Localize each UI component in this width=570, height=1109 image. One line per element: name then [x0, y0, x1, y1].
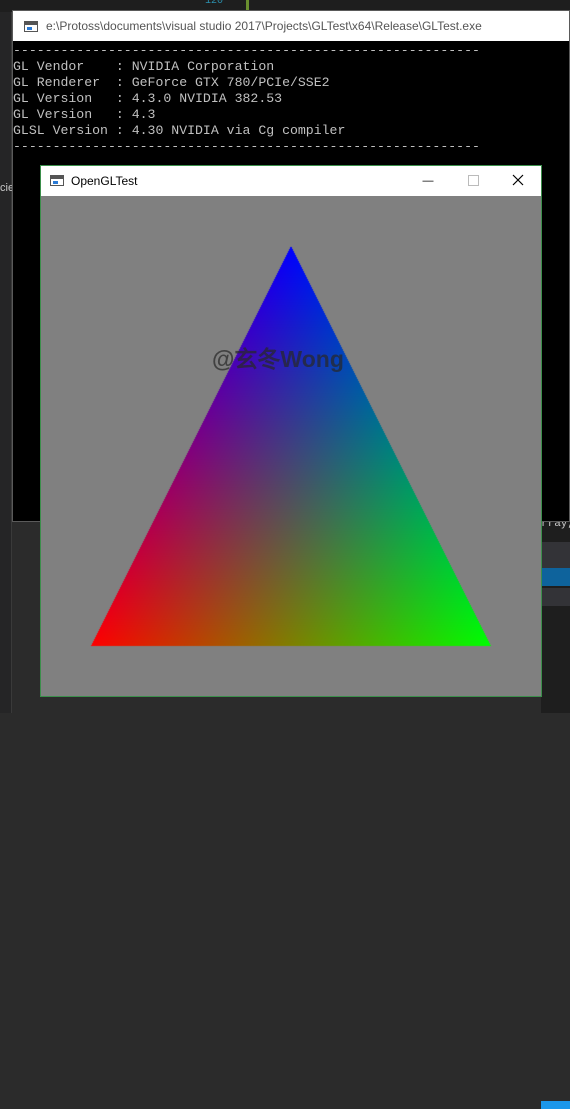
- opengl-window[interactable]: OpenGLTest —: [40, 165, 542, 697]
- console-line-renderer: GL Renderer : GeForce GTX 780/PCIe/SSE2: [13, 75, 330, 90]
- maximize-icon: [467, 173, 479, 189]
- ide-panel-strip: [541, 588, 570, 606]
- opengl-app-icon: [50, 175, 64, 186]
- minimize-icon: —: [422, 175, 434, 187]
- console-app-icon: [24, 20, 38, 32]
- opengl-window-title: OpenGLTest: [71, 174, 138, 188]
- close-icon: [512, 173, 524, 189]
- console-separator: ----------------------------------------…: [13, 139, 480, 154]
- color-triangle: [41, 196, 541, 696]
- ide-panel-strip: [541, 542, 570, 568]
- opengl-render-area[interactable]: [41, 196, 541, 696]
- ide-left-panel: cie: [0, 12, 14, 713]
- console-separator: ----------------------------------------…: [13, 43, 480, 58]
- console-line-glsl: GLSL Version : 4.30 NVIDIA via Cg compil…: [13, 123, 346, 138]
- console-line-vendor: GL Vendor : NVIDIA Corporation: [13, 59, 275, 74]
- console-title: e:\Protoss\documents\visual studio 2017\…: [46, 19, 482, 33]
- console-line-version-short: GL Version : 4.3: [13, 107, 156, 122]
- watermark-text: @玄冬Wong: [212, 346, 344, 372]
- ide-selected-row[interactable]: [541, 568, 570, 1109]
- console-line-version: GL Version : 4.3.0 NVIDIA 382.53: [13, 91, 283, 106]
- minimize-button[interactable]: —: [405, 166, 451, 196]
- close-button[interactable]: [495, 166, 541, 196]
- console-titlebar[interactable]: e:\Protoss\documents\visual studio 2017\…: [13, 11, 569, 41]
- maximize-button[interactable]: [450, 166, 496, 196]
- ide-line-number: 120: [205, 0, 224, 7]
- opengl-titlebar[interactable]: OpenGLTest —: [41, 166, 541, 196]
